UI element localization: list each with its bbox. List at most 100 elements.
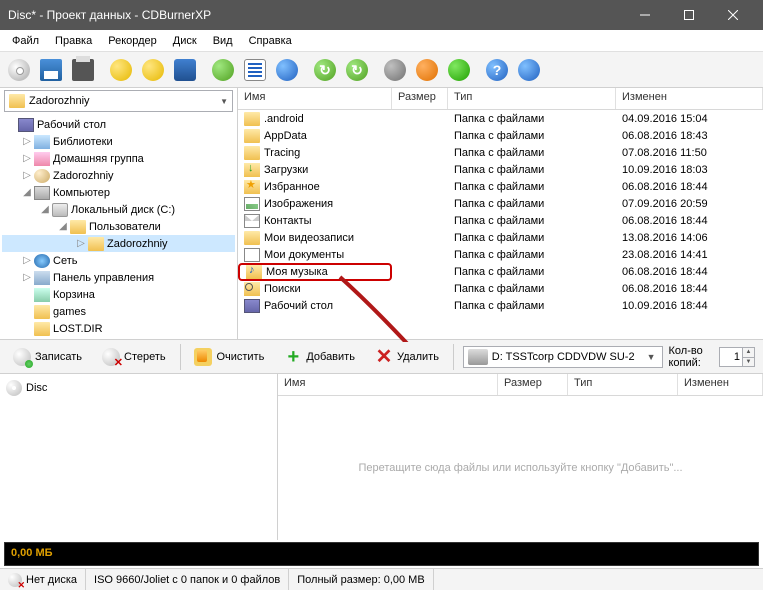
erase-button[interactable]: Стереть	[93, 343, 175, 371]
file-row[interactable]: Моя музыкаПапка с файлами06.08.2016 18:4…	[238, 263, 763, 280]
path-combo[interactable]: Zadorozhniy ▼	[4, 90, 233, 112]
expand-toggle[interactable]: ▷	[20, 136, 34, 147]
file-modified: 23.08.2016 14:41	[616, 249, 763, 261]
clear-button[interactable]: Очистить	[185, 343, 273, 371]
tree-node[interactable]: ◢Локальный диск (C:)	[2, 201, 235, 218]
save-button[interactable]	[36, 55, 66, 85]
drive-selector[interactable]: D: TSSTcorp CDDVDW SU-2 ▼	[463, 346, 663, 368]
file-name: Контакты	[264, 215, 312, 227]
help-button[interactable]	[482, 55, 512, 85]
tree-node[interactable]: Корзина	[2, 286, 235, 303]
print-button[interactable]	[68, 55, 98, 85]
close-button[interactable]	[711, 0, 755, 30]
file-list-pane: Имя Размер Тип Изменен .androidПапка с ф…	[238, 88, 763, 339]
file-row[interactable]: TracingПапка с файлами07.08.2016 11:50	[238, 144, 763, 161]
expand-toggle[interactable]: ▷	[20, 153, 34, 164]
menu-disc[interactable]: Диск	[165, 32, 205, 50]
col-size[interactable]: Размер	[392, 88, 448, 109]
settings-button[interactable]	[380, 55, 410, 85]
tree-node[interactable]: ▷Zadorozhniy	[2, 167, 235, 184]
file-modified: 07.09.2016 20:59	[616, 198, 763, 210]
disc-root[interactable]: Disc	[4, 378, 273, 398]
menu-help[interactable]: Справка	[241, 32, 300, 50]
expand-toggle[interactable]: ▷	[20, 255, 34, 266]
file-row[interactable]: Мои документыПапка с файлами23.08.2016 1…	[238, 246, 763, 263]
burn-button[interactable]: Записать	[4, 343, 91, 371]
menu-recorder[interactable]: Рекордер	[100, 32, 165, 50]
green-circle-icon	[212, 59, 234, 81]
file-row[interactable]: ПоискиПапка с файлами06.08.2016 18:44	[238, 280, 763, 297]
spin-up[interactable]: ▲	[742, 348, 754, 358]
file-row[interactable]: ИзображенияПапка с файлами07.09.2016 20:…	[238, 195, 763, 212]
tool-btn-6[interactable]	[272, 55, 302, 85]
tool-btn-2[interactable]	[138, 55, 168, 85]
tool-btn-8[interactable]	[342, 55, 372, 85]
copies-input[interactable]	[720, 348, 742, 366]
file-name: .android	[264, 113, 304, 125]
size-progress-bar: 0,00 МБ	[4, 542, 759, 566]
file-icon	[244, 112, 260, 126]
delete-button[interactable]: ✕Удалить	[366, 343, 448, 371]
tool-btn-10[interactable]	[444, 55, 474, 85]
tree-node[interactable]: ▷Zadorozhniy	[2, 235, 235, 252]
file-modified: 10.09.2016 18:44	[616, 300, 763, 312]
tool-btn-1[interactable]	[106, 55, 136, 85]
tree-label: Домашняя группа	[53, 153, 144, 165]
col-modified[interactable]: Изменен	[678, 374, 763, 395]
tree-node[interactable]: ◢ Пользователи	[2, 218, 235, 235]
expand-toggle[interactable]: ◢	[56, 221, 70, 232]
tree-node[interactable]: Рабочий стол	[2, 116, 235, 133]
file-row[interactable]: .androidПапка с файлами04.09.2016 15:04	[238, 110, 763, 127]
spin-down[interactable]: ▼	[742, 358, 754, 367]
add-button[interactable]: +Добавить	[275, 343, 364, 371]
expand-toggle[interactable]: ▷	[20, 170, 34, 181]
open-button[interactable]	[4, 55, 34, 85]
col-name[interactable]: Имя	[238, 88, 392, 109]
menu-view[interactable]: Вид	[205, 32, 241, 50]
expand-toggle[interactable]: ◢	[38, 204, 52, 215]
file-row[interactable]: КонтактыПапка с файлами06.08.2016 18:44	[238, 212, 763, 229]
file-modified: 04.09.2016 15:04	[616, 113, 763, 125]
col-name[interactable]: Имя	[278, 374, 498, 395]
tree-node[interactable]: ◢Компьютер	[2, 184, 235, 201]
tree-node[interactable]: LOST.DIR	[2, 320, 235, 337]
compilation-list-pane: Имя Размер Тип Изменен Перетащите сюда ф…	[278, 374, 763, 540]
tree-node[interactable]: ▷Библиотеки	[2, 133, 235, 150]
file-row[interactable]: ИзбранноеПапка с файлами06.08.2016 18:44	[238, 178, 763, 195]
minimize-button[interactable]	[623, 0, 667, 30]
tree-node[interactable]: ▷Панель управления	[2, 269, 235, 286]
tool-btn-9[interactable]	[412, 55, 442, 85]
erase-icon	[102, 348, 120, 366]
file-row[interactable]: Рабочий столПапка с файлами10.09.2016 18…	[238, 297, 763, 314]
tree-node[interactable]: ▷ Сеть	[2, 252, 235, 269]
tree-node[interactable]: games	[2, 303, 235, 320]
file-row[interactable]: ЗагрузкиПапка с файлами10.09.2016 18:03	[238, 161, 763, 178]
col-modified[interactable]: Изменен	[616, 88, 763, 109]
expand-toggle[interactable]: ▷	[20, 272, 34, 283]
menu-edit[interactable]: Правка	[47, 32, 100, 50]
compilation-tree[interactable]: Disc	[0, 374, 278, 540]
tree-label: Пользователи	[89, 221, 161, 233]
expand-toggle[interactable]: ▷	[74, 238, 88, 249]
tree-node[interactable]: ▷ Домашняя группа	[2, 150, 235, 167]
col-type[interactable]: Тип	[448, 88, 616, 109]
folder-icon	[9, 94, 25, 108]
drop-area[interactable]: Перетащите сюда файлы или используйте кн…	[278, 396, 763, 540]
copies-spinner[interactable]: ▲▼	[719, 347, 755, 367]
file-icon	[244, 197, 260, 211]
folder-tree[interactable]: Рабочий стол▷Библиотеки▷Домашняя группа▷…	[0, 114, 237, 339]
file-row[interactable]: Мои видеозаписиПапка с файлами13.08.2016…	[238, 229, 763, 246]
col-size[interactable]: Размер	[498, 374, 568, 395]
about-button[interactable]	[514, 55, 544, 85]
col-type[interactable]: Тип	[568, 374, 678, 395]
file-row[interactable]: AppDataПапка с файлами06.08.2016 18:43	[238, 127, 763, 144]
tree-label: Сеть	[53, 255, 77, 267]
file-list[interactable]: .androidПапка с файлами04.09.2016 15:04A…	[238, 110, 763, 339]
tool-btn-7[interactable]	[310, 55, 340, 85]
expand-toggle[interactable]: ◢	[20, 187, 34, 198]
maximize-button[interactable]	[667, 0, 711, 30]
tool-btn-3[interactable]	[170, 55, 200, 85]
tool-btn-5[interactable]	[240, 55, 270, 85]
tool-btn-4[interactable]	[208, 55, 238, 85]
menu-file[interactable]: Файл	[4, 32, 47, 50]
